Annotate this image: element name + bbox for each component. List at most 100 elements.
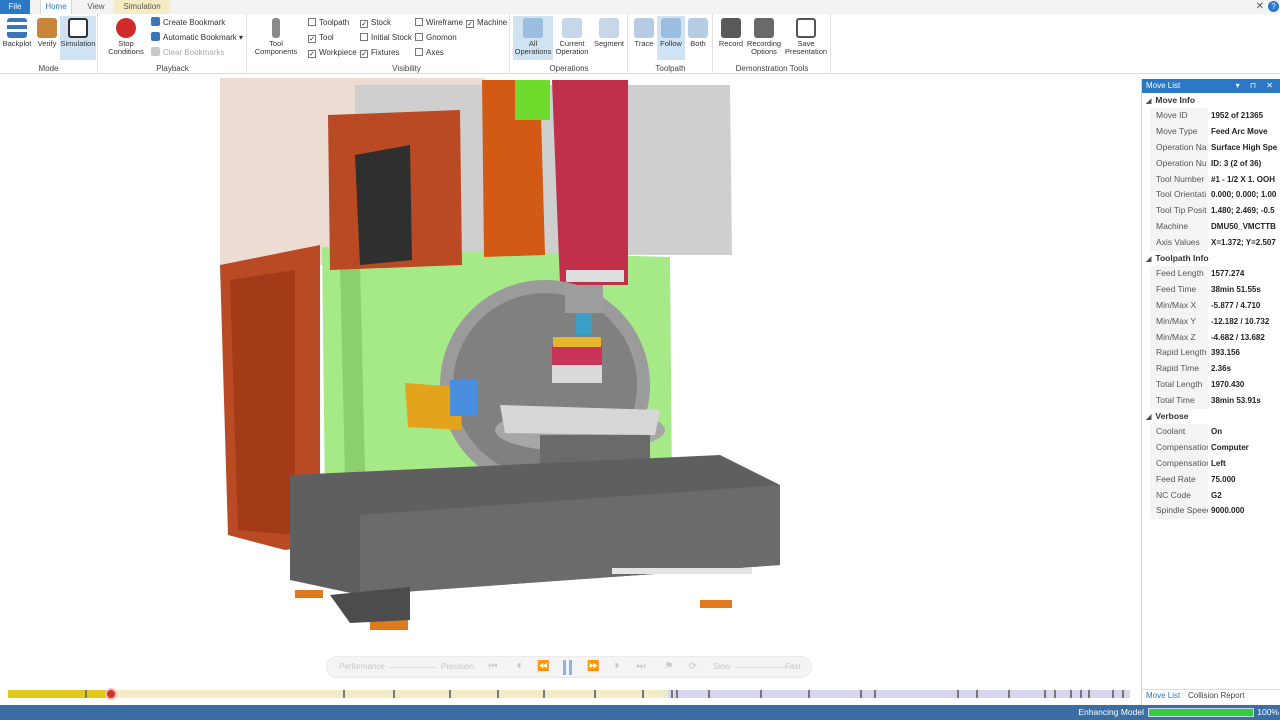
rewind-icon[interactable]: ⏪ — [537, 661, 549, 673]
wireframe-checkbox[interactable] — [415, 18, 423, 26]
timeline-bookmark[interactable] — [497, 690, 499, 698]
save-presentation-button[interactable]: Save Presentation — [784, 16, 828, 60]
fast-forward-icon[interactable]: ⏩ — [587, 661, 599, 673]
toggle-gnomon[interactable]: Gnomon — [415, 31, 457, 45]
timeline-bookmark[interactable] — [642, 690, 644, 698]
simulation-timeline[interactable] — [8, 688, 1130, 700]
timeline-bookmark[interactable] — [1080, 690, 1082, 698]
timeline-bookmark[interactable] — [708, 690, 710, 698]
timeline-bookmark[interactable] — [1112, 690, 1114, 698]
recording-options-button[interactable]: Recording Options — [746, 16, 782, 60]
toggle-axes[interactable]: Axes — [415, 46, 444, 60]
step-forward-icon[interactable]: ⏵ — [611, 661, 623, 673]
tab-view[interactable]: View — [82, 0, 110, 14]
axes-checkbox[interactable] — [415, 48, 423, 56]
skip-to-end-icon[interactable]: ⏭ — [635, 661, 647, 673]
trace-button[interactable]: Trace — [631, 16, 657, 60]
timeline-bookmark[interactable] — [1070, 690, 1072, 698]
initial-stock-checkbox[interactable] — [360, 33, 368, 41]
clear-bookmarks-button[interactable]: Clear Bookmarks — [151, 46, 224, 60]
toggle-toolpath[interactable]: Toolpath — [308, 16, 349, 30]
create-bookmark-button[interactable]: Create Bookmark — [151, 16, 225, 30]
collapse-icon[interactable]: ◢ — [1146, 256, 1151, 263]
tab-collision-report[interactable]: Collision Report — [1188, 691, 1244, 700]
toggle-machine[interactable]: ✓ Machine — [466, 16, 507, 30]
pause-button[interactable] — [563, 660, 573, 675]
collapse-icon[interactable]: ◢ — [1146, 414, 1151, 421]
help-icon[interactable]: ? — [1268, 1, 1279, 12]
panel-window-controls[interactable]: ▾ ⊓ ✕ — [1236, 79, 1277, 93]
collapse-icon[interactable]: ◢ — [1146, 98, 1151, 105]
timeline-bookmark[interactable] — [343, 690, 345, 698]
timeline-handle[interactable] — [105, 688, 117, 700]
toolpath-checkbox[interactable] — [308, 18, 316, 26]
timeline-bookmark[interactable] — [393, 690, 395, 698]
follow-button[interactable]: Follow — [657, 16, 685, 60]
simulation-viewport[interactable] — [0, 75, 1140, 705]
quality-slider[interactable] — [389, 667, 435, 668]
tab-simulation[interactable]: Simulation — [114, 0, 170, 14]
timeline-bookmark[interactable] — [1088, 690, 1090, 698]
tool-components-button[interactable]: Tool Components — [250, 16, 302, 60]
bookmark-jump-icon[interactable]: ⚑ — [663, 661, 675, 673]
fixtures-checkbox[interactable]: ✓ — [360, 50, 368, 58]
panel-section-header[interactable]: ◢ Toolpath Info — [1142, 251, 1280, 267]
property-value: Feed Arc Move — [1211, 126, 1268, 136]
verify-button[interactable]: Verify — [30, 16, 64, 60]
toggle-fixtures[interactable]: ✓ Fixtures — [360, 46, 399, 60]
all-operations-button[interactable]: All Operations — [513, 16, 553, 60]
automatic-bookmark-button[interactable]: Automatic Bookmark ▾ — [151, 31, 243, 45]
panel-section-title: Toolpath Info — [1155, 253, 1209, 264]
property-key: Tool Orientati — [1150, 187, 1208, 204]
timeline-bookmark[interactable] — [1044, 690, 1046, 698]
simulation-button[interactable]: Simulation — [60, 16, 96, 60]
timeline-bookmark[interactable] — [957, 690, 959, 698]
property-row: Feed Length 1577.274 — [1142, 266, 1280, 282]
panel-section-header[interactable]: ◢ Verbose — [1142, 409, 1280, 425]
timeline-bookmark[interactable] — [976, 690, 978, 698]
segment-button[interactable]: Segment — [591, 16, 627, 60]
both-button[interactable]: Both — [685, 16, 711, 60]
status-progress-fill — [1149, 709, 1253, 716]
backplot-button[interactable]: Backplot — [0, 16, 34, 60]
step-back-icon[interactable]: ⏴ — [513, 661, 525, 673]
timeline-bookmark[interactable] — [543, 690, 545, 698]
toggle-stock[interactable]: ✓ Stock — [360, 16, 391, 30]
current-operation-button[interactable]: Current Operation — [554, 16, 590, 60]
timeline-bookmark[interactable] — [85, 690, 87, 698]
timeline-bookmark[interactable] — [760, 690, 762, 698]
close-icon[interactable]: ✕ — [1256, 1, 1264, 12]
panel-section-header[interactable]: ◢ Move Info — [1142, 93, 1280, 108]
timeline-bookmark[interactable] — [671, 690, 673, 698]
gnomon-checkbox[interactable] — [415, 33, 423, 41]
tab-home[interactable]: Home — [40, 0, 72, 14]
tab-file[interactable]: File — [0, 0, 30, 14]
toggle-workpiece[interactable]: ✓ Workpiece — [308, 46, 357, 60]
stock-checkbox[interactable]: ✓ — [360, 20, 368, 28]
timeline-bookmark[interactable] — [594, 690, 596, 698]
timeline-bookmark[interactable] — [874, 690, 876, 698]
skip-to-start-icon[interactable]: ⏮ — [487, 661, 499, 673]
timeline-bookmark[interactable] — [808, 690, 810, 698]
property-value: 0.000; 0.000; 1.00 — [1211, 190, 1277, 200]
group-label-operations: Operations — [549, 64, 589, 73]
tool-checkbox[interactable]: ✓ — [308, 35, 316, 43]
timeline-bookmark[interactable] — [676, 690, 678, 698]
toggle-tool[interactable]: ✓ Tool — [308, 31, 334, 45]
speed-slider[interactable] — [735, 667, 785, 668]
timeline-bookmark[interactable] — [1122, 690, 1124, 698]
tab-move-list[interactable]: Move List — [1146, 691, 1180, 700]
timeline-bookmark[interactable] — [860, 690, 862, 698]
timeline-bookmark[interactable] — [1054, 690, 1056, 698]
record-button[interactable]: Record — [716, 16, 746, 60]
timeline-bookmark[interactable] — [449, 690, 451, 698]
property-value: Surface High Spe — [1211, 142, 1278, 152]
timeline-bookmark[interactable] — [1008, 690, 1010, 698]
property-row: Tool Number #1 - 1/2 X 1. OOH — [1142, 171, 1280, 188]
toggle-initial-stock[interactable]: Initial Stock — [360, 31, 412, 45]
toggle-wireframe[interactable]: Wireframe — [415, 16, 463, 30]
stop-conditions-button[interactable]: Stop Conditions — [105, 16, 147, 60]
loop-icon[interactable]: ⟳ — [687, 661, 699, 673]
workpiece-checkbox[interactable]: ✓ — [308, 50, 316, 58]
machine-checkbox[interactable]: ✓ — [466, 20, 474, 28]
